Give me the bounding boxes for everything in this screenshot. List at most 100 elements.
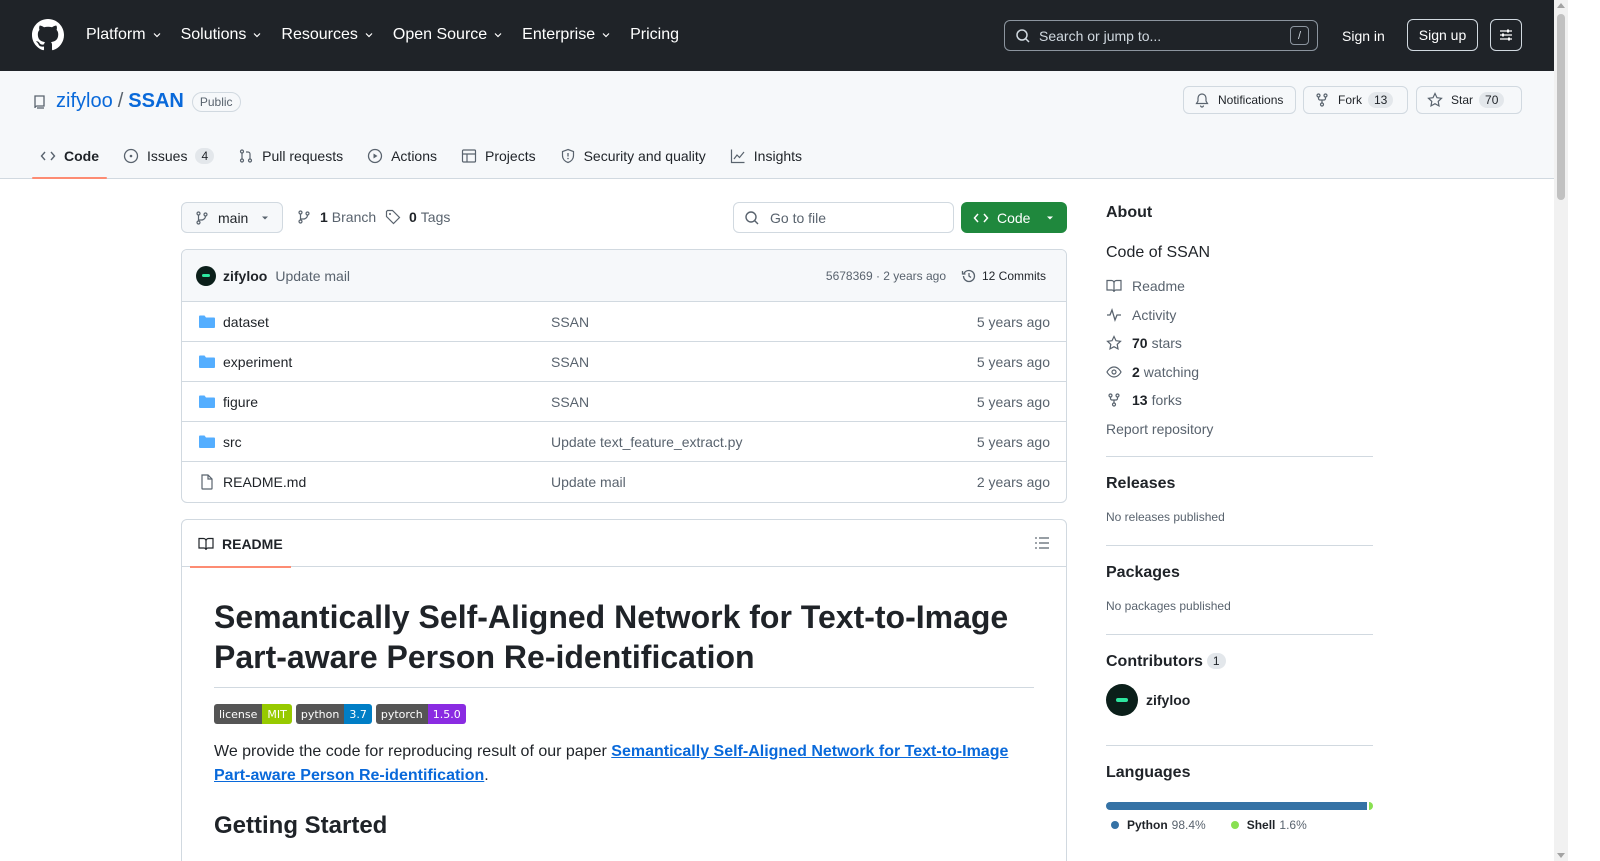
- tags-link[interactable]: 0 Tags: [385, 209, 450, 225]
- about-heading: About: [1106, 204, 1153, 221]
- chevron-down-icon: [494, 33, 502, 38]
- readme-intro: We provide the code for reproducing resu…: [214, 740, 1034, 788]
- tab-label: Code: [64, 148, 99, 164]
- avatar: [1106, 683, 1138, 716]
- contributors-heading[interactable]: Contributors 1: [1106, 653, 1373, 671]
- file-commit-message[interactable]: SSAN: [551, 394, 589, 410]
- notifications-button[interactable]: Notifications: [1183, 86, 1296, 114]
- sign-in-link[interactable]: Sign in: [1326, 20, 1401, 51]
- nav-platform[interactable]: Platform: [86, 24, 163, 46]
- commit-author-link[interactable]: zifyloo: [223, 268, 267, 284]
- scroll-up-arrow-icon[interactable]: [1557, 3, 1565, 8]
- tab-security[interactable]: Security and quality: [552, 135, 714, 177]
- tab-pull-requests[interactable]: Pull requests: [230, 135, 351, 177]
- nav-label: Enterprise: [522, 26, 596, 43]
- nav-resources[interactable]: Resources: [281, 24, 374, 46]
- scrollbar-thumb[interactable]: [1557, 14, 1565, 200]
- notifications-label: Notifications: [1218, 93, 1284, 107]
- license-badge[interactable]: license MIT: [214, 704, 292, 724]
- repo-name-link[interactable]: SSAN: [128, 90, 184, 113]
- table-icon: [461, 149, 477, 163]
- language-bar: [1106, 801, 1373, 810]
- scroll-down-arrow-icon[interactable]: [1557, 853, 1565, 858]
- watching-link[interactable]: 2 watching: [1106, 358, 1373, 387]
- file-name-link[interactable]: dataset: [223, 314, 269, 330]
- tab-projects[interactable]: Projects: [453, 135, 544, 177]
- file-commit-message[interactable]: SSAN: [551, 314, 589, 330]
- repo-owner-link[interactable]: zifyloo: [56, 90, 113, 113]
- settings-menu-button[interactable]: [1490, 19, 1522, 51]
- file-commit-date: 5 years ago: [976, 393, 1050, 410]
- stars-link[interactable]: 70 stars: [1106, 329, 1373, 358]
- readme-tab[interactable]: README: [190, 520, 291, 568]
- issue-icon: [123, 148, 139, 164]
- branches-link[interactable]: 1 Branch: [296, 209, 376, 225]
- commits-history-link[interactable]: 12 Commits: [961, 268, 1046, 284]
- python-badge[interactable]: python 3.7: [295, 704, 372, 724]
- nav-label: Resources: [281, 26, 358, 43]
- issues-count: 4: [195, 148, 215, 164]
- intro-text: We provide the code for reproducing resu…: [214, 743, 612, 760]
- readme-link[interactable]: Readme: [1106, 272, 1373, 301]
- code-button-label: Code: [997, 209, 1031, 226]
- commit-hash-time[interactable]: 5678369 · 2 years ago: [826, 269, 946, 283]
- language-percent: 98.4%: [1171, 817, 1206, 832]
- file-row: dataset SSAN 5 years ago: [182, 302, 1066, 342]
- report-repository-link[interactable]: Report repository: [1106, 415, 1373, 443]
- file-commit-message[interactable]: Update text_feature_extract.py: [551, 434, 742, 450]
- tab-insights[interactable]: Insights: [722, 135, 810, 177]
- github-logo-icon[interactable]: [32, 19, 64, 51]
- nav-open-source[interactable]: Open Source: [393, 24, 504, 46]
- file-commit-date: 2 years ago: [976, 474, 1050, 490]
- nav-solutions[interactable]: Solutions: [181, 24, 264, 46]
- releases-empty: No releases published: [1106, 509, 1225, 524]
- file-name-link[interactable]: experiment: [223, 354, 292, 370]
- caret-down-icon: [1047, 216, 1053, 219]
- code-dropdown-button[interactable]: Code: [961, 202, 1067, 233]
- global-search-input[interactable]: Search or jump to... /: [1004, 20, 1318, 51]
- tab-actions[interactable]: Actions: [359, 135, 445, 177]
- go-to-file-input[interactable]: Go to file: [733, 202, 954, 233]
- folder-icon: [199, 355, 215, 368]
- tab-code[interactable]: Code: [32, 135, 107, 179]
- language-shell[interactable]: Shell 1.6%: [1230, 817, 1307, 832]
- sliders-icon: [1500, 29, 1512, 41]
- file-commit-message[interactable]: Update mail: [551, 474, 626, 490]
- fork-icon: [1108, 393, 1120, 407]
- tab-issues[interactable]: Issues 4: [115, 135, 222, 177]
- commit-message-link[interactable]: Update mail: [275, 268, 350, 284]
- fork-button[interactable]: Fork 13: [1303, 86, 1408, 114]
- branch-icon: [196, 210, 208, 225]
- file-commit-message[interactable]: SSAN: [551, 354, 589, 370]
- nav-label: Pricing: [630, 26, 679, 43]
- list-outline-icon[interactable]: [1034, 535, 1050, 551]
- tab-label: Issues: [147, 148, 188, 164]
- sign-up-button[interactable]: Sign up: [1407, 19, 1478, 51]
- tab-label: Projects: [485, 148, 536, 164]
- file-name-link[interactable]: src: [223, 434, 242, 450]
- activity-link[interactable]: Activity: [1106, 301, 1373, 330]
- file-name-link[interactable]: README.md: [223, 474, 306, 490]
- avatar[interactable]: [196, 265, 216, 286]
- nav-enterprise[interactable]: Enterprise: [522, 24, 612, 46]
- language-name: Shell: [1246, 817, 1276, 832]
- badge-value: 1.5.0: [427, 704, 466, 724]
- branch-selector[interactable]: main: [181, 202, 283, 233]
- latest-commit-bar: zifyloo Update mail 5678369 · 2 years ag…: [182, 250, 1066, 302]
- releases-section: Releases No releases published: [1106, 455, 1373, 545]
- book-icon: [198, 537, 214, 550]
- nav-pricing[interactable]: Pricing: [630, 24, 679, 46]
- file-name-link[interactable]: figure: [223, 394, 258, 410]
- pytorch-badge[interactable]: pytorch 1.5.0: [375, 704, 466, 724]
- about-links: Readme Activity 70 stars 2 watching 13 fork…: [1106, 272, 1373, 443]
- contributor-item[interactable]: zifyloo: [1106, 683, 1373, 716]
- tab-label: Insights: [753, 148, 803, 164]
- releases-heading[interactable]: Releases: [1106, 475, 1373, 493]
- file-commit-date: 5 years ago: [976, 353, 1050, 370]
- packages-heading[interactable]: Packages: [1106, 564, 1373, 582]
- page-scrollbar[interactable]: [1554, 0, 1568, 861]
- language-python[interactable]: Python 98.4%: [1111, 818, 1206, 832]
- star-button[interactable]: Star 70: [1416, 86, 1522, 114]
- forks-link[interactable]: 13 forks: [1106, 386, 1373, 415]
- fork-label: Fork: [1338, 93, 1362, 107]
